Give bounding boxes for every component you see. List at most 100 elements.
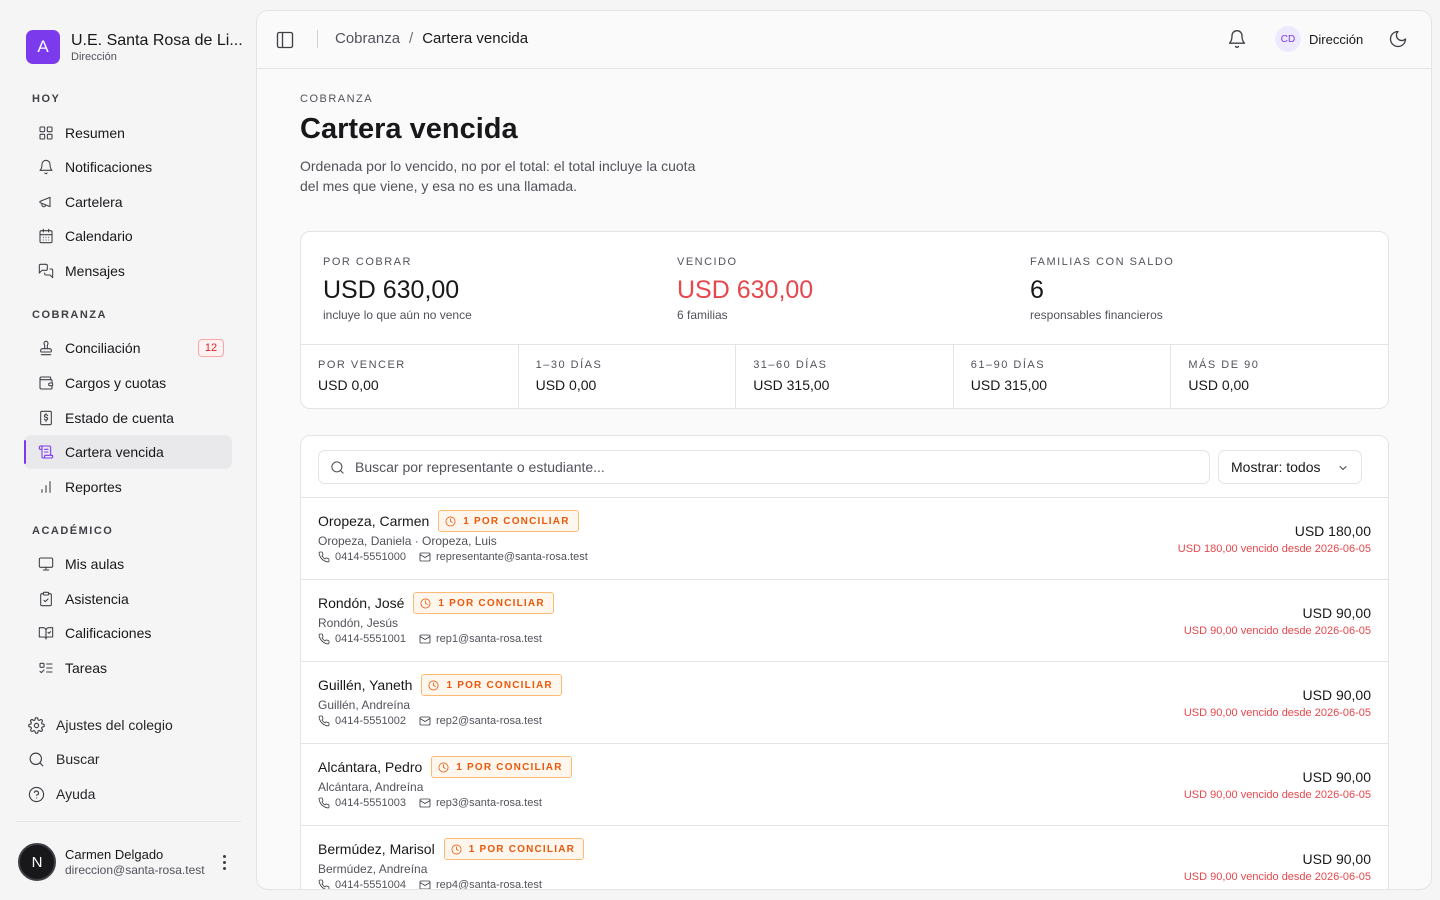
moon-icon[interactable] (1388, 29, 1408, 49)
brand-logo: A (26, 30, 60, 64)
breadcrumb-current: Cartera vencida (422, 30, 529, 47)
page-eyebrow: COBRANZA (300, 93, 374, 105)
students: Oropeza, Daniela · Oropeza, Luis (318, 534, 497, 548)
sidebar-item-calendario[interactable]: Calendario (24, 219, 232, 253)
status-badge: 1 POR CONCILIAR (443, 838, 585, 860)
list-item[interactable]: Rondón, José 1 POR CONCILIAR Rondón, Jes… (301, 579, 1388, 661)
sidebar-item-cargos-y-cuotas[interactable]: Cargos y cuotas (24, 366, 232, 400)
accounts-list-card: Buscar por representante o estudiante...… (300, 435, 1389, 889)
search-placeholder: Buscar por representante o estudiante... (355, 459, 605, 475)
responsible-name: Guillén, Yaneth (318, 677, 413, 693)
sidebar-item-label: Cargos y cuotas (65, 375, 167, 391)
list-item[interactable]: Bermúdez, Marisol 1 POR CONCILIAR Bermúd… (301, 825, 1388, 889)
sidebar-item-label: Calificaciones (65, 625, 152, 641)
kpi-label: FAMILIAS CON SALDO (1030, 256, 1175, 268)
brand[interactable]: A U.E. Santa Rosa de Li... Dirección (26, 30, 243, 64)
aging-label: 1–30 DÍAS (535, 359, 603, 371)
school-name: U.E. Santa Rosa de Li... (71, 31, 243, 49)
phone-number[interactable]: 0414-5551002 (335, 715, 406, 727)
status-badge-label: 1 POR CONCILIAR (446, 679, 553, 691)
list-item[interactable]: Guillén, Yaneth 1 POR CONCILIAR Guillén,… (301, 661, 1388, 743)
total-amount: USD 90,00 (1302, 605, 1371, 621)
list-item[interactable]: Oropeza, Carmen 1 POR CONCILIAR Oropeza,… (301, 497, 1388, 579)
phone-number[interactable]: 0414-5551000 (335, 551, 406, 563)
status-badge-label: 1 POR CONCILIAR (456, 761, 563, 773)
overdue-detail: USD 90,00 vencido desde 2026-06-05 (1183, 625, 1371, 637)
section-label-academico: ACADÉMICO (32, 525, 114, 537)
aging-value: USD 315,00 (753, 377, 830, 393)
sidebar-item-ajustes[interactable]: Ajustes del colegio (16, 708, 236, 742)
phone-number[interactable]: 0414-5551001 (335, 633, 406, 645)
aging-bucket-61-90: 61–90 DÍAS USD 315,00 (954, 345, 1172, 409)
sidebar-item-label: Buscar (56, 751, 100, 767)
kpi-value: 6 (1030, 276, 1044, 304)
main-panel: Cobranza / Cartera vencida CD Dirección … (256, 10, 1432, 890)
topbar: Cobranza / Cartera vencida CD Dirección (257, 11, 1431, 69)
page-description: Ordenada por lo vencido, no por el total… (300, 158, 696, 194)
email-address[interactable]: rep4@santa-rosa.test (436, 879, 542, 889)
sidebar-item-conciliacion[interactable]: Conciliación 12 (24, 331, 232, 365)
list-todo-icon (39, 662, 53, 674)
sidebar-item-reportes[interactable]: Reportes (24, 470, 232, 504)
email-address[interactable]: rep1@santa-rosa.test (436, 633, 542, 645)
sidebar-item-label: Ajustes del colegio (56, 717, 173, 733)
overdue-detail: USD 90,00 vencido desde 2026-06-05 (1183, 871, 1371, 883)
responsible-name: Alcántara, Pedro (318, 759, 423, 775)
sidebar-item-mensajes[interactable]: Mensajes (24, 254, 232, 288)
sidebar-item-calificaciones[interactable]: Calificaciones (24, 616, 232, 650)
breadcrumb-cobranza[interactable]: Cobranza (335, 30, 400, 47)
email-address[interactable]: rep2@santa-rosa.test (436, 715, 542, 727)
clock-icon (445, 516, 456, 526)
overdue-detail: USD 90,00 vencido desde 2026-06-05 (1183, 789, 1371, 801)
sidebar-item-ayuda[interactable]: Ayuda (16, 777, 236, 811)
sidebar-item-asistencia[interactable]: Asistencia (24, 582, 232, 616)
bar-chart-icon (41, 481, 51, 493)
topbar-user-menu[interactable]: CD Dirección (1275, 26, 1363, 52)
aging-bucket-1-30: 1–30 DÍAS USD 0,00 (519, 345, 737, 409)
sidebar-item-label: Tareas (65, 660, 108, 676)
contact-info: 0414-5551003 rep3@santa-rosa.test (318, 797, 542, 809)
clock-icon (438, 762, 449, 772)
email-address[interactable]: representante@santa-rosa.test (436, 551, 588, 563)
total-amount: USD 180,00 (1294, 523, 1371, 539)
school-role: Dirección (71, 50, 117, 63)
sidebar-item-label: Mis aulas (65, 556, 125, 572)
user-menu[interactable]: N Carmen Delgado direccion@santa-rosa.te… (18, 842, 240, 882)
sidebar-item-mis-aulas[interactable]: Mis aulas (24, 547, 232, 581)
sidebar-item-label: Conciliación (65, 340, 141, 356)
students: Rondón, Jesús (318, 616, 399, 630)
messages-icon (38, 263, 54, 279)
kpi-label: POR COBRAR (323, 256, 412, 268)
search-input[interactable]: Buscar por representante o estudiante... (318, 450, 1210, 484)
contact-info: 0414-5551000 representante@santa-rosa.te… (318, 551, 588, 563)
status-badge: 1 POR CONCILIAR (438, 510, 579, 532)
sidebar-item-notificaciones[interactable]: Notificaciones (24, 150, 232, 184)
status-badge-label: 1 POR CONCILIAR (463, 515, 570, 527)
sidebar-item-cartelera[interactable]: Cartelera (24, 185, 232, 219)
scroll-icon (38, 445, 54, 459)
phone-number[interactable]: 0414-5551003 (335, 797, 406, 809)
more-vertical-icon[interactable] (216, 850, 232, 874)
kpi-note: responsables financieros (1030, 308, 1163, 322)
list-item[interactable]: Alcántara, Pedro 1 POR CONCILIAR Alcánta… (301, 743, 1388, 825)
sidebar-item-tareas[interactable]: Tareas (24, 651, 232, 685)
email-address[interactable]: rep3@santa-rosa.test (436, 797, 542, 809)
sidebar-item-buscar[interactable]: Buscar (16, 742, 236, 776)
students: Bermúdez, Andreína (318, 862, 428, 876)
status-badge: 1 POR CONCILIAR (421, 674, 562, 696)
contact-info: 0414-5551001 rep1@santa-rosa.test (318, 633, 542, 645)
students: Guillén, Andreína (318, 698, 411, 712)
show-filter-select[interactable]: Mostrar: todos (1218, 450, 1362, 484)
sidebar-item-resumen[interactable]: Resumen (24, 116, 232, 150)
page-title: Cartera vencida (300, 113, 518, 145)
clipboard-check-icon (40, 591, 52, 607)
sidebar-item-label: Reportes (65, 479, 122, 495)
sidebar-item-cartera-vencida[interactable]: Cartera vencida (24, 435, 232, 469)
sidebar-item-estado-de-cuenta[interactable]: Estado de cuenta (24, 401, 232, 435)
total-amount: USD 90,00 (1302, 687, 1371, 703)
phone-number[interactable]: 0414-5551004 (335, 879, 406, 889)
responsible-name: Oropeza, Carmen (318, 513, 430, 529)
bell-icon[interactable] (1227, 29, 1247, 49)
sidebar-toggle-icon[interactable] (275, 30, 295, 50)
sidebar-item-label: Ayuda (56, 786, 96, 802)
